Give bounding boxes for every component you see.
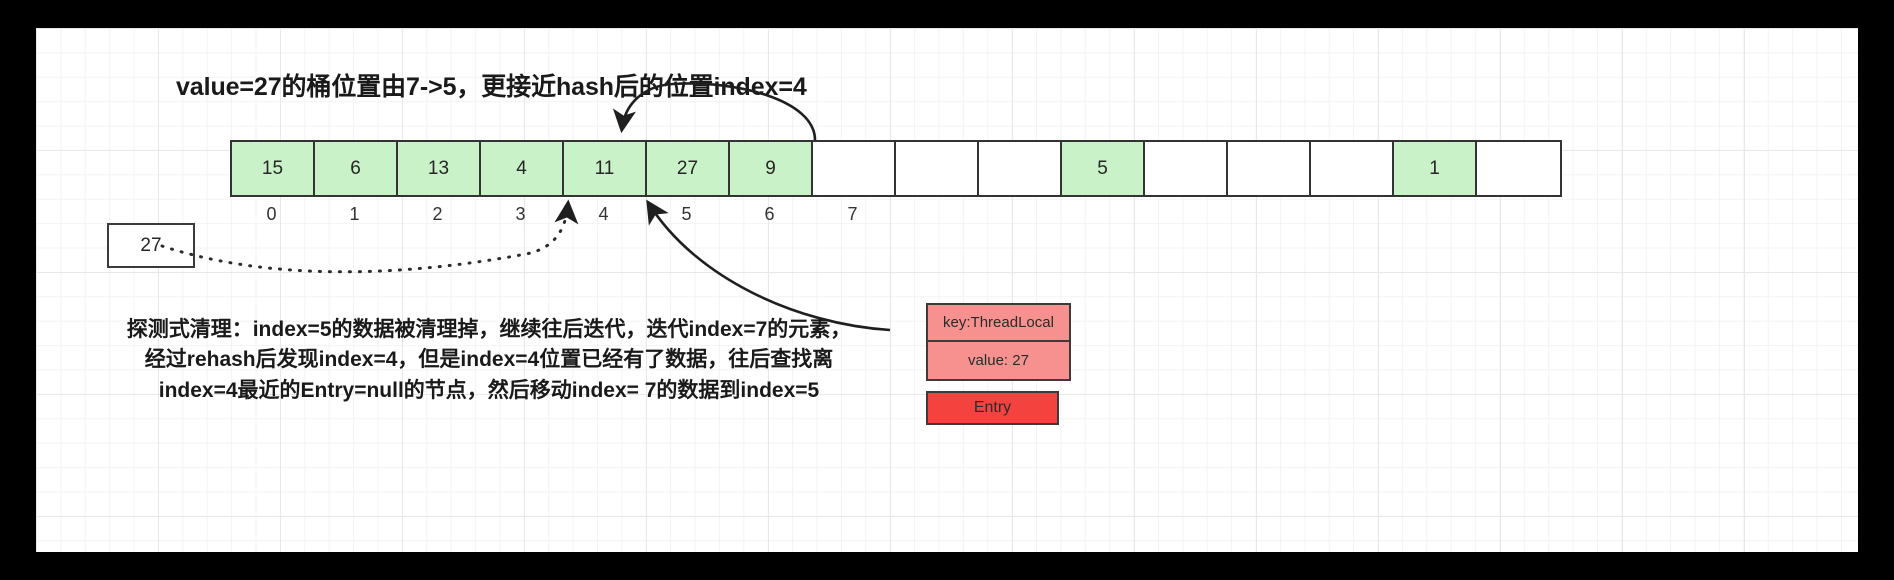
explanation-line-3: index=4最近的Entry=null的节点，然后移动index= 7的数据到… [158,378,820,402]
bucket-cell-7 [813,142,896,195]
headline-text: value=27的桶位置由7->5，更接近hash后的位置index=4 [176,73,807,101]
bucket-cell-11 [1145,142,1228,195]
bucket-index-4: 4 [598,204,609,224]
bucket-index-6: 6 [764,204,775,224]
bucket-index-0: 0 [266,204,277,224]
bucket-cell-12 [1228,142,1311,195]
diagram-canvas: value=27的桶位置由7->5，更接近hash后的位置index=4 15 6… [36,28,1858,552]
entry-value-row: value: 27 [926,342,1071,381]
entry-key-row: key:ThreadLocal [926,303,1071,342]
bucket-cell-1: 6 [315,142,398,195]
bucket-cell-2: 13 [398,142,481,195]
bucket-index-2: 2 [432,204,443,224]
explanation-line-1: 探测式清理：index=5的数据被清理掉，继续往后迭代，迭代index=7的元素… [126,318,852,341]
bucket-index-3: 3 [515,204,526,224]
bucket-cell-8 [896,142,979,195]
bucket-cell-6: 9 [730,142,813,195]
bucket-cell-14: 1 [1394,142,1477,195]
bucket-cell-4: 11 [564,142,647,195]
bucket-cell-9 [979,142,1062,195]
bucket-cell-5: 27 [647,142,730,195]
entry-card: key:ThreadLocal value: 27 [926,303,1071,381]
arrow-overlay [160,82,891,332]
bucket-array: 15 6 13 4 11 27 9 5 1 [230,140,1562,197]
bucket-cell-13 [1311,142,1394,195]
bucket-index-1: 1 [349,204,360,224]
bucket-cell-15 [1477,142,1560,195]
bucket-index-7: 7 [847,204,858,224]
explanation-text: 探测式清理：index=5的数据被清理掉，继续往后迭代，迭代index=7的元素… [94,315,884,406]
explanation-line-2: 经过rehash后发现index=4，但是index=4位置已经有了数据，往后查… [144,348,834,372]
bucket-cell-10: 5 [1062,142,1145,195]
incoming-value-box: 27 [107,223,195,268]
bucket-index-labels: 0 1 2 3 4 5 6 7 [230,204,894,225]
entry-type-label: Entry [926,391,1059,425]
bucket-cell-0: 15 [232,142,315,195]
bucket-cell-3: 4 [481,142,564,195]
bucket-index-5: 5 [681,204,692,224]
